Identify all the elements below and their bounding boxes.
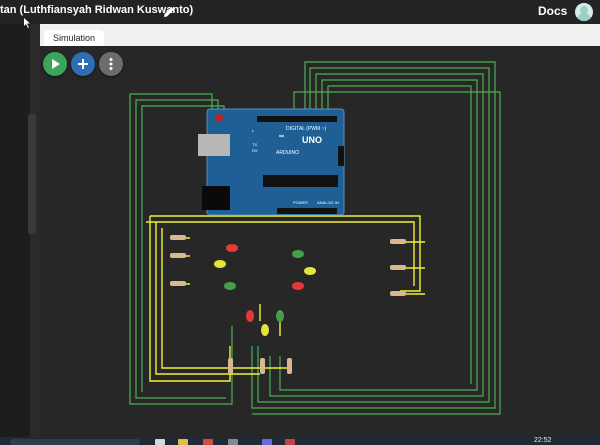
docs-link[interactable]: Docs xyxy=(538,4,567,18)
app-icon[interactable] xyxy=(155,439,165,445)
red-led xyxy=(226,244,238,252)
green-led xyxy=(224,282,236,290)
green-led xyxy=(292,250,304,258)
tab-strip xyxy=(40,24,600,46)
taskbar-search[interactable] xyxy=(10,439,140,445)
app-icon[interactable] xyxy=(228,439,238,445)
taskbar-clock[interactable]: 22:52 xyxy=(534,437,552,444)
pencil-icon[interactable] xyxy=(162,5,176,19)
app-icon[interactable] xyxy=(262,439,272,445)
resistor xyxy=(260,358,265,374)
resistor xyxy=(170,253,186,258)
resistor xyxy=(287,358,292,374)
board-model-label: UNO xyxy=(302,135,322,145)
resistor xyxy=(390,265,406,270)
avatar[interactable] xyxy=(575,3,593,21)
resistor xyxy=(390,239,406,244)
tx-label: TX xyxy=(252,142,257,147)
resistor xyxy=(228,358,233,374)
svg-text:∞: ∞ xyxy=(279,133,284,140)
more-options-button[interactable] xyxy=(99,52,123,76)
resistor xyxy=(170,281,186,286)
title-bar: tan (Luthfiansyah Ridwan Kuswanto) Docs xyxy=(0,0,600,24)
start-simulation-button[interactable] xyxy=(43,52,67,76)
simulation-canvas[interactable]: ∞ UNO ARDUINO DIGITAL (PWM ~) POWER ANAL… xyxy=(40,46,600,437)
folder-icon[interactable] xyxy=(178,439,188,445)
resistors[interactable] xyxy=(170,235,406,374)
yellow-wires xyxy=(146,215,425,382)
yellow-led xyxy=(261,324,269,336)
panel-scrollbar[interactable] xyxy=(28,114,36,234)
rx-label: RX xyxy=(252,148,258,153)
power-pins-label: POWER xyxy=(293,200,308,205)
browser-icon[interactable] xyxy=(203,439,213,445)
circuit-svg: ∞ UNO ARDUINO DIGITAL (PWM ~) POWER ANAL… xyxy=(129,61,501,415)
digital-pins-label: DIGITAL (PWM ~) xyxy=(286,126,326,132)
code-panel xyxy=(0,24,40,437)
yellow-led xyxy=(214,260,226,268)
analog-pins-label: ANALOG IN xyxy=(317,200,339,205)
mouse-cursor-icon xyxy=(24,18,30,28)
app-icon[interactable] xyxy=(285,439,295,445)
more-vertical-icon xyxy=(109,58,113,70)
green-led xyxy=(276,310,284,322)
yellow-led xyxy=(304,267,316,275)
resistor xyxy=(390,291,406,296)
tab-simulation[interactable]: Simulation xyxy=(44,30,104,47)
plus-icon xyxy=(78,59,88,69)
resistor xyxy=(170,235,186,240)
board-brand-label: ARDUINO xyxy=(276,150,299,156)
leds[interactable] xyxy=(214,244,316,336)
red-led xyxy=(246,310,254,322)
arduino-board[interactable]: ∞ UNO ARDUINO DIGITAL (PWM ~) POWER ANAL… xyxy=(198,108,345,216)
red-led xyxy=(292,282,304,290)
add-component-button[interactable] xyxy=(71,52,95,76)
play-icon xyxy=(52,59,60,69)
